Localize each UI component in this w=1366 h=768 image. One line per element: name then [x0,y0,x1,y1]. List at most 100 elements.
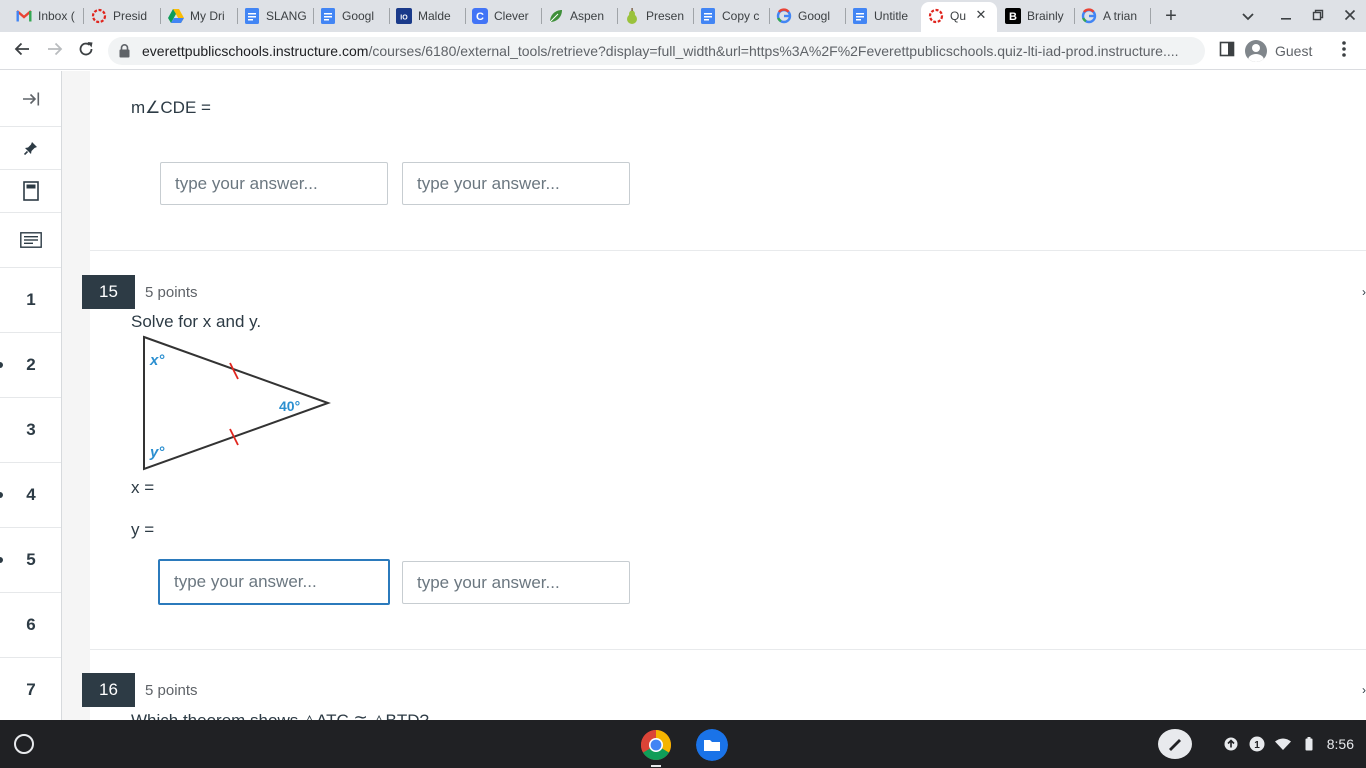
url-host: everettpublicschools.instructure.com [142,43,369,59]
question-16-flag-icon[interactable]: › [1362,683,1366,697]
sidebar-question-1[interactable]: 1 [0,268,61,333]
clock-time: 8:56 [1326,736,1354,752]
brainly-icon: B [1005,8,1021,24]
prev-answer-input-1[interactable] [160,162,388,205]
minimize-icon[interactable] [1276,6,1296,26]
sidebar-question-6[interactable]: 6 [0,593,61,658]
question-15-prompt: Solve for x and y. [131,312,262,331]
y-equals-label: y = [131,520,155,539]
docs-icon [852,8,868,24]
chrome-app-icon[interactable] [640,729,672,761]
answer-input-x[interactable] [158,559,390,605]
tab-inbox[interactable]: Inbox ( [16,4,76,28]
tab-malden[interactable]: IO Malde [396,4,460,28]
guest-profile-button[interactable]: Guest [1245,37,1331,65]
address-bar[interactable]: everettpublicschools.instructure.com/cou… [108,37,1205,65]
back-arrow-icon[interactable] [11,40,33,62]
question-15-flag-icon[interactable]: › [1362,285,1366,299]
malden-icon: IO [396,8,412,24]
tab-clever[interactable]: C Clever [472,4,536,28]
url-path: /courses/6180/external_tools/retrieve?di… [368,43,1179,59]
prev-answer-input-2[interactable] [402,162,630,205]
svg-text:C: C [476,11,484,23]
close-window-icon[interactable] [1340,6,1360,26]
quiz-content: m∠CDE = 15 5 points › Solve for x and y.… [62,71,1366,720]
chrome-running-indicator [651,765,661,767]
wifi-icon [1274,736,1291,752]
angle-label-y: y° [149,444,165,461]
files-app-icon[interactable] [696,729,728,761]
question-divider [90,649,1366,650]
stylus-tools-icon[interactable] [1158,729,1192,759]
lock-icon [119,44,130,63]
quizzes-icon [91,8,107,24]
answer-input-y[interactable] [402,561,630,604]
question-divider [90,250,1366,251]
tab-presid[interactable]: Presid [91,4,153,28]
drive-icon [168,8,184,24]
forward-arrow-icon[interactable] [44,40,66,62]
reference-sheet-icon[interactable] [0,213,61,268]
quiz-sidebar: 1 2 3 4 5 6 7 [0,71,62,720]
question-15-points: 5 points [145,284,198,301]
sidebar-question-5[interactable]: 5 [0,528,61,593]
pin-icon[interactable] [0,127,61,170]
tab-copy-of[interactable]: Copy c [700,4,764,28]
answered-indicator [0,557,3,563]
angle-label-x: x° [149,352,165,369]
answered-indicator [0,362,3,368]
tab-presen[interactable]: Presen [624,4,688,28]
sidebar-question-2[interactable]: 2 [0,333,61,398]
new-tab-plus-icon[interactable]: + [1161,5,1181,27]
tab-google-doc-1[interactable]: Googl [320,4,384,28]
tab-brainly[interactable]: B Brainly [1005,4,1069,28]
quizzes-icon [928,8,944,24]
triangle-outline [143,335,331,471]
guest-avatar-icon [1245,40,1267,62]
answered-indicator [0,492,3,498]
notification-count-badge: 1 [1249,736,1265,752]
calculator-icon[interactable] [0,170,61,213]
question-number-16: 16 [82,673,135,707]
docs-icon [700,8,716,24]
sidebar-question-7[interactable]: 7 [0,658,61,720]
upload-circle-icon [1223,736,1239,752]
tab-google-search[interactable]: Googl [776,4,840,28]
os-shelf: 1 8:56 [0,720,1366,768]
restore-icon[interactable] [1308,6,1328,26]
tab-quiz-active[interactable]: Qu [928,4,972,28]
tab-untitled[interactable]: Untitle [852,4,914,28]
angle-label-40: 40° [279,398,300,414]
expand-sidebar-icon[interactable] [0,71,61,127]
svg-text:1: 1 [1254,740,1260,751]
tab-strip: Inbox ( Presid My Dri SLANG Googl IO Mal… [0,0,1366,32]
svg-text:IO: IO [400,15,408,22]
guest-label: Guest [1275,43,1313,59]
x-equals-label: x = [131,478,155,497]
tab-aspen[interactable]: Aspen [548,4,612,28]
sidebar-question-3[interactable]: 3 [0,398,61,463]
launcher-circle-icon[interactable] [14,734,34,754]
docs-icon [244,8,260,24]
tab-a-triangle[interactable]: A trian [1081,4,1145,28]
reload-icon[interactable] [75,40,97,62]
tab-search-chevron-icon[interactable] [1238,6,1258,26]
browser-menu-dots-icon[interactable] [1333,40,1355,62]
system-tray[interactable]: 1 8:56 [1204,730,1360,758]
tab-my-drive[interactable]: My Dri [168,4,232,28]
sidebar-question-4[interactable]: 4 [0,463,61,528]
tab-slang[interactable]: SLANG [244,4,308,28]
pear-icon [624,8,640,24]
battery-icon [1301,736,1317,752]
aspen-icon [548,8,564,24]
google-icon [1081,8,1097,24]
gmail-icon [16,8,32,24]
isosceles-triangle-figure: x° y° 40° [143,335,331,471]
docs-icon [320,8,336,24]
side-panel-icon[interactable] [1216,40,1238,62]
svg-text:B: B [1009,11,1017,23]
question-16-points: 5 points [145,682,198,699]
browser-toolbar: everettpublicschools.instructure.com/cou… [0,32,1366,70]
question-number-15: 15 [82,275,135,309]
close-tab-icon[interactable]: ✕ [974,8,988,22]
